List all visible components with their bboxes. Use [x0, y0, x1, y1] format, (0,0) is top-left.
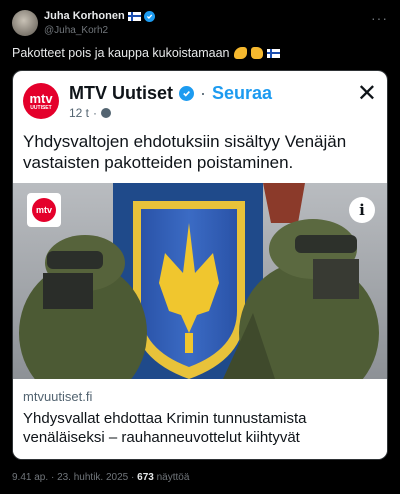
thumbs-up-emoji-icon — [250, 47, 263, 59]
tweet-header: Juha Korhonen @Juha_Korh2 ··· — [12, 8, 388, 38]
author-handle[interactable]: @Juha_Korh2 — [44, 25, 108, 36]
tweet-text-content: Pakotteet pois ja kauppa kukoistamaan — [12, 46, 230, 60]
mtv-logo-text: mtv — [29, 90, 53, 106]
soldiers-photo — [13, 183, 387, 379]
mtv-logo-subtext: UUTISET — [30, 104, 52, 111]
embedded-account-name[interactable]: MTV Uutiset — [69, 83, 173, 104]
post-image[interactable]: mtv i — [13, 183, 387, 379]
link-domain: mtvuutiset.fi — [23, 389, 93, 404]
tweet-text: Pakotteet pois ja kauppa kukoistamaan — [12, 46, 280, 60]
follow-button[interactable]: Seuraa — [212, 83, 272, 104]
views-count: 673 — [137, 472, 154, 483]
author-name[interactable]: Juha Korhonen — [44, 10, 125, 22]
tweet-footer: 9.41 ap. · 23. huhtik. 2025 · 673 näyttö… — [12, 472, 189, 483]
info-icon[interactable]: i — [349, 197, 375, 223]
more-options-icon[interactable]: ··· — [371, 10, 388, 26]
link-card-footer[interactable]: mtvuutiset.fi Yhdysvallat ehdottaa Krimi… — [13, 379, 387, 459]
muscle-emoji-icon — [233, 47, 247, 59]
footer-separator: · — [50, 472, 55, 483]
link-title[interactable]: Yhdysvallat ehdottaa Krimin tunnustamist… — [23, 409, 379, 447]
globe-icon — [101, 108, 112, 118]
close-icon[interactable]: ✕ — [357, 82, 377, 106]
embedded-account-row: MTV Uutiset · Seuraa — [69, 83, 273, 104]
avatar[interactable] — [12, 10, 38, 36]
post-age[interactable]: 12 t — [69, 106, 89, 120]
post-date[interactable]: 23. huhtik. 2025 — [57, 472, 128, 483]
finland-flag-icon — [127, 11, 141, 21]
embedded-post-meta: 12 t · — [69, 106, 112, 120]
footer-separator: · — [131, 472, 135, 483]
post-time[interactable]: 9.41 ap. — [12, 472, 48, 483]
finland-flag-emoji-icon — [266, 48, 280, 58]
embedded-post-header: mtv UUTISET MTV Uutiset · Seuraa 12 t · … — [23, 81, 377, 121]
embedded-post-text: Yhdysvaltojen ehdotuksiin sisältyy Venäj… — [23, 132, 347, 172]
meta-separator: · — [93, 106, 98, 120]
verified-badge-icon — [179, 86, 195, 101]
verified-badge-icon — [143, 10, 155, 22]
embedded-post-card[interactable]: mtv UUTISET MTV Uutiset · Seuraa 12 t · … — [12, 70, 388, 460]
author-name-row[interactable]: Juha Korhonen — [44, 10, 155, 22]
mtv-image-badge: mtv — [27, 193, 61, 227]
mtv-uutiset-avatar[interactable]: mtv UUTISET — [23, 83, 59, 119]
mtv-badge-text: mtv — [32, 198, 56, 222]
views-label: näyttöä — [156, 472, 190, 483]
